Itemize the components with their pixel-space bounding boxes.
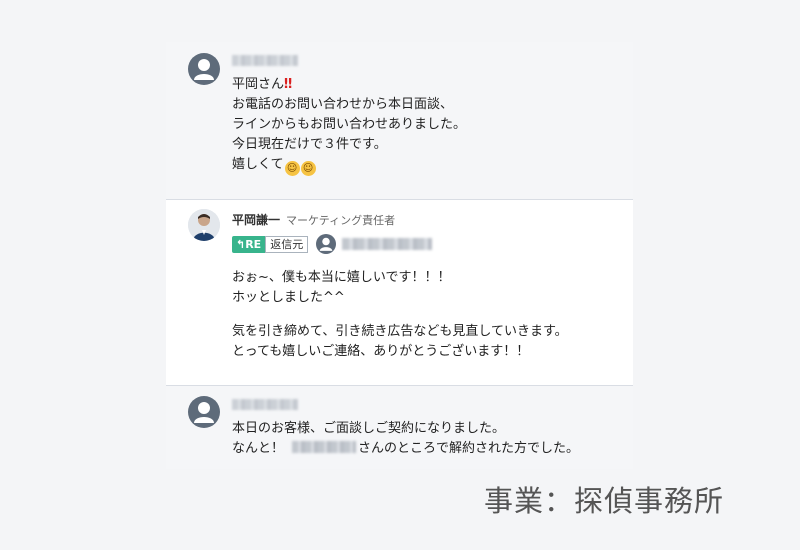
avatar[interactable] bbox=[188, 396, 220, 428]
avatar-photo[interactable] bbox=[188, 209, 220, 241]
message-2: 平岡謙一 マーケティング責任者 ↰RE 返信元 おぉ~、僕も本当に嬉しいです！！！ … bbox=[166, 199, 633, 386]
message-1: 平岡さん‼ お電話のお問い合わせから本日面談、 ラインからもお問い合わせありまし… bbox=[166, 42, 633, 199]
double-exclamation-icon: ‼ bbox=[284, 77, 292, 92]
message-line: お電話のお問い合わせから本日面談、 bbox=[232, 97, 454, 112]
business-category-caption: 事業：探偵事務所 bbox=[484, 484, 725, 518]
message-3: 本日のお客様、ご面談しご契約になりました。 なんと！ さんのところで解約された方で… bbox=[166, 386, 633, 469]
message-line: 気を引き締めて、引き続き広告なども見直していきます。 bbox=[232, 324, 568, 339]
message-line: 嬉しくて ☺ ☺ bbox=[232, 155, 633, 176]
sender-title: マーケティング責任者 bbox=[286, 214, 396, 227]
company-name-blurred bbox=[292, 441, 357, 453]
message-line-blank bbox=[232, 308, 633, 322]
message-line: ラインからもお問い合わせありました。 bbox=[232, 117, 467, 132]
sender-name-blurred bbox=[232, 399, 298, 410]
message-line: 今日現在だけで３件です。 bbox=[232, 137, 387, 152]
sender-name[interactable]: 平岡謙一 bbox=[232, 213, 280, 227]
message-line: おぉ~、僕も本当に嬉しいです！！！ bbox=[232, 270, 451, 285]
smile-emoji-icon: ☺ bbox=[300, 161, 316, 176]
smile-emoji-icon: ☺ bbox=[284, 161, 300, 176]
person-photo-icon bbox=[188, 209, 220, 241]
message-line: ホッとしました^^ bbox=[232, 290, 345, 305]
reply-reference[interactable]: ↰RE 返信元 bbox=[232, 234, 633, 254]
reply-avatar bbox=[316, 234, 337, 254]
message-line: なんと！ さんのところで解約された方でした。 bbox=[232, 441, 580, 456]
user-icon bbox=[194, 59, 214, 80]
message-line: 平岡さん‼ bbox=[232, 77, 292, 92]
avatar[interactable] bbox=[188, 53, 220, 85]
message-line: とっても嬉しいご連絡、ありがとうございます！！ bbox=[232, 344, 530, 359]
user-icon bbox=[319, 237, 333, 251]
user-icon bbox=[194, 402, 214, 423]
reply-target-name-blurred bbox=[342, 238, 433, 250]
reply-badge[interactable]: ↰RE bbox=[232, 235, 266, 253]
reply-source-label[interactable]: 返信元 bbox=[265, 235, 309, 253]
sender-name-blurred bbox=[232, 55, 298, 66]
message-line: 本日のお客様、ご面談しご契約になりました。 bbox=[232, 421, 506, 436]
chat-thread: 平岡さん‼ お電話のお問い合わせから本日面談、 ラインからもお問い合わせありまし… bbox=[166, 42, 633, 469]
